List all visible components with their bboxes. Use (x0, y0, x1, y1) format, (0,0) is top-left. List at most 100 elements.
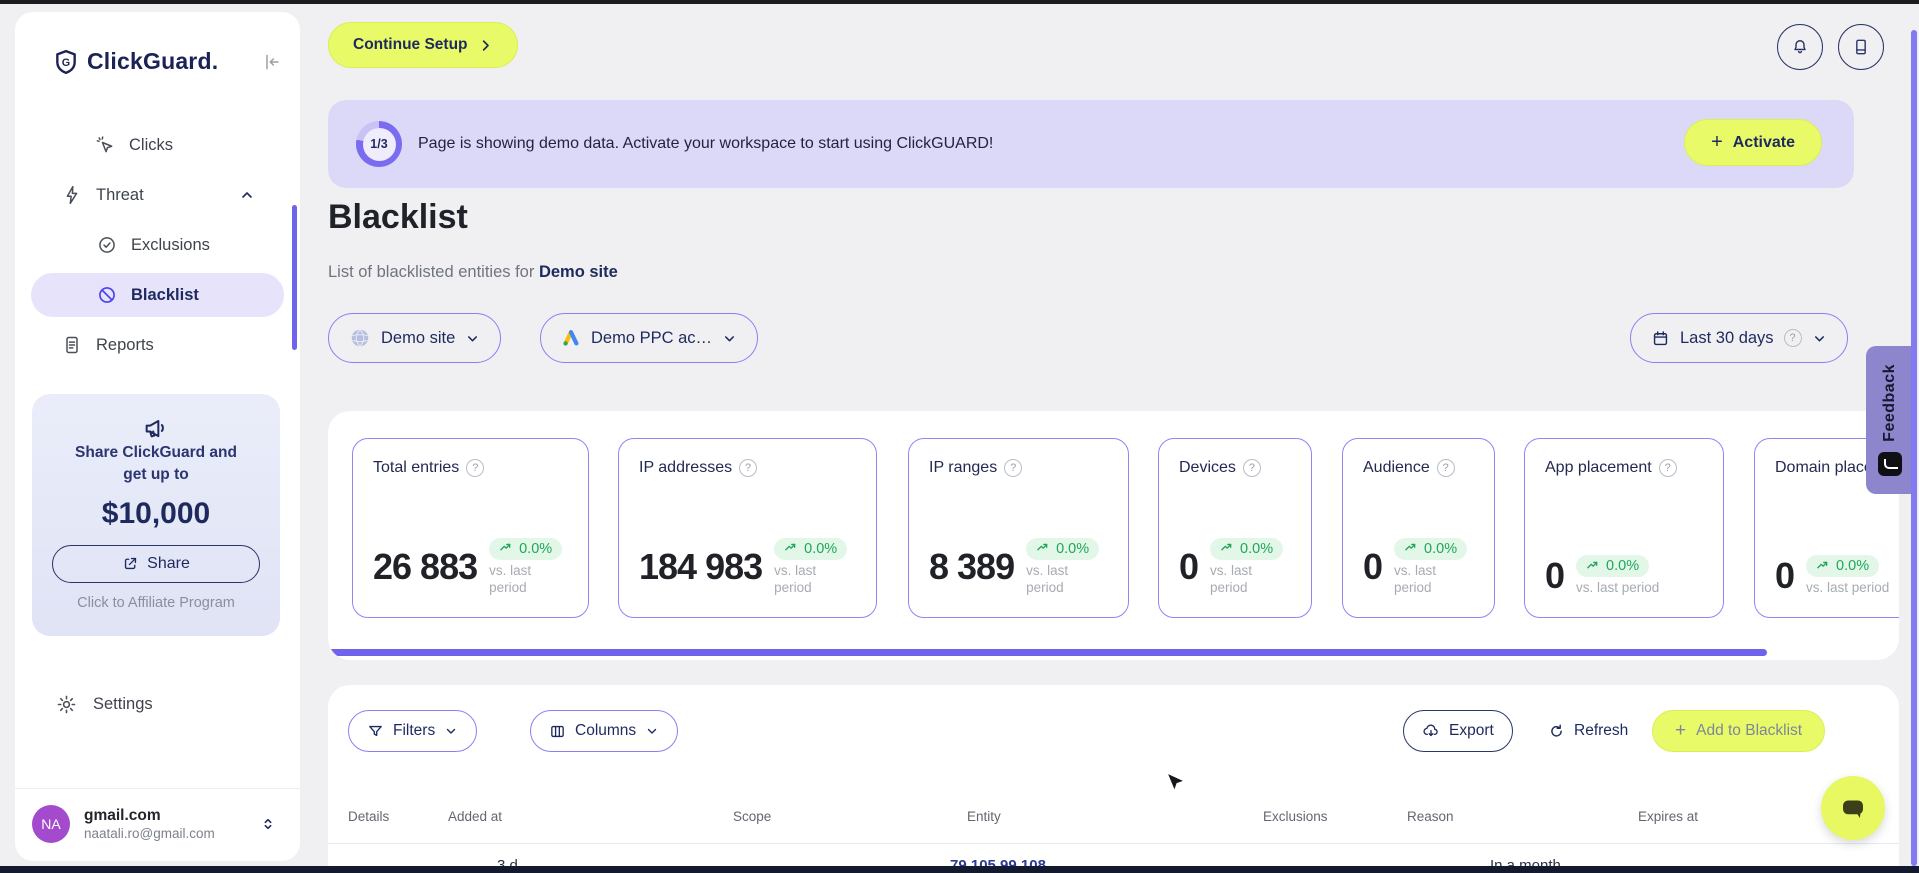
chat-widget-button[interactable] (1821, 776, 1885, 840)
notifications-button[interactable] (1777, 24, 1823, 70)
help-icon[interactable]: ? (1242, 459, 1261, 477)
refresh-button[interactable]: Refresh (1540, 710, 1636, 752)
help-icon[interactable]: ? (466, 459, 485, 477)
export-button[interactable]: Export (1403, 710, 1513, 752)
column-header: Details (348, 809, 390, 824)
add-to-blacklist-button[interactable]: + Add to Blacklist (1652, 710, 1826, 752)
window-top-edge (0, 0, 1919, 4)
sidebar-collapse-icon[interactable] (262, 52, 282, 72)
book-icon (1851, 37, 1871, 57)
sidebar-item-settings[interactable]: Settings (15, 680, 300, 728)
promo-amount: $10,000 (101, 496, 211, 530)
page-vertical-scrollbar[interactable] (1911, 30, 1917, 866)
demo-data-banner: 1/3 Page is showing demo data. Activate … (328, 100, 1854, 188)
continue-setup-button[interactable]: Continue Setup (328, 22, 518, 68)
setup-progress-value: 1/3 (362, 127, 396, 161)
site-selector[interactable]: Demo site (328, 313, 502, 363)
workspace-switcher[interactable]: NA gmail.com naatali.ro@gmail.com (15, 788, 300, 843)
continue-setup-label: Continue Setup (353, 36, 468, 53)
stats-panel: Total entries? 26 883 0.0% vs. last peri… (328, 411, 1899, 660)
sidebar-item-label: Exclusions (131, 235, 210, 254)
clickguard-logo-icon: G (53, 49, 79, 75)
columns-label: Columns (575, 722, 637, 739)
stat-card-audience: Audience? 0 0.0% vs. last period (1342, 438, 1495, 618)
stats-horizontal-scrollbar[interactable] (328, 649, 1767, 656)
trend-badge: 0.0% (1394, 537, 1468, 560)
stat-note: vs. last period (1394, 562, 1437, 596)
sidebar-item-blacklist[interactable]: Blacklist (15, 270, 300, 320)
feedback-logo-icon (1877, 451, 1902, 476)
columns-button[interactable]: Columns (530, 710, 679, 752)
filters-button[interactable]: Filters (348, 710, 478, 752)
stat-value: 0 (1179, 546, 1199, 588)
date-range-selector[interactable]: Last 30 days ? (1630, 313, 1848, 363)
help-icon[interactable]: ? (739, 459, 758, 477)
trend-up-icon (500, 544, 511, 551)
sidebar-item-label: Threat (96, 185, 144, 204)
stat-value: 184 983 (639, 546, 763, 588)
stat-card-ip-addresses: IP addresses? 184 983 0.0% vs. last peri… (618, 438, 877, 618)
feedback-label: Feedback (1880, 364, 1898, 442)
setup-progress-ring: 1/3 (356, 121, 402, 167)
plus-icon: + (1711, 131, 1723, 153)
affiliate-promo-card[interactable]: Share ClickGuard and get up to $10,000 S… (32, 394, 280, 636)
table-header-divider (328, 843, 1899, 844)
add-to-blacklist-label: Add to Blacklist (1696, 722, 1803, 739)
share-button[interactable]: Share (52, 544, 260, 583)
feedback-tab[interactable]: Feedback (1866, 346, 1913, 494)
stat-label: App placement (1545, 459, 1652, 476)
sidebar-item-clicks[interactable]: Clicks (15, 120, 300, 170)
chevron-up-icon[interactable] (239, 187, 255, 203)
refresh-label: Refresh (1574, 722, 1629, 739)
document-icon (62, 335, 82, 355)
activate-button[interactable]: + Activate (1684, 119, 1822, 166)
ppc-account-selector[interactable]: Demo PPC ac… (540, 313, 759, 363)
banner-message: Page is showing demo data. Activate your… (418, 135, 994, 152)
blacklist-table-panel: Filters Columns Export Refresh + Add to … (328, 685, 1899, 873)
stat-label: Devices (1179, 459, 1236, 476)
help-icon[interactable]: ? (1436, 459, 1455, 477)
trend-up-icon (1817, 561, 1828, 569)
stat-label: Audience (1363, 459, 1430, 476)
chevron-updown-icon[interactable] (260, 815, 276, 833)
trend-badge: 0.0% (1026, 537, 1100, 560)
column-header: Added at (448, 809, 503, 824)
stat-value: 0 (1775, 555, 1795, 596)
share-label: Share (147, 554, 190, 572)
stat-note: vs. last period (1210, 562, 1253, 596)
app-root: G ClickGuard. Clicks Threat Exclusions B… (0, 0, 1919, 873)
trend-badge: 0.0% (1806, 555, 1880, 578)
svg-text:G: G (62, 56, 70, 68)
cursor-click-icon (95, 135, 115, 155)
help-icon[interactable]: ? (1004, 459, 1023, 477)
column-header: Reason (1407, 809, 1454, 824)
refresh-icon (1548, 723, 1565, 740)
lightning-icon (62, 185, 82, 205)
stat-note: vs. last period (1026, 562, 1069, 596)
filter-funnel-icon (367, 723, 384, 740)
columns-icon (549, 723, 566, 740)
sidebar-item-threat[interactable]: Threat (15, 170, 300, 220)
help-icon[interactable]: ? (1783, 329, 1802, 347)
stat-value: 0 (1363, 546, 1383, 588)
help-icon[interactable]: ? (1658, 459, 1677, 477)
plus-icon: + (1675, 720, 1687, 741)
filters-label: Filters (393, 722, 436, 739)
sidebar-item-reports[interactable]: Reports (15, 320, 300, 370)
user-meta: gmail.com naatali.ro@gmail.com (84, 807, 215, 841)
stat-card-total-entries: Total entries? 26 883 0.0% vs. last peri… (352, 438, 589, 618)
sidebar-item-exclusions[interactable]: Exclusions (15, 220, 300, 270)
stat-label: Total entries (373, 459, 460, 476)
chevron-down-icon (444, 724, 458, 738)
activate-label: Activate (1732, 133, 1795, 151)
stat-card-devices: Devices? 0 0.0% vs. last period (1158, 438, 1312, 618)
stat-card-ip-ranges: IP ranges? 8 389 0.0% vs. last period (908, 438, 1129, 618)
trend-up-icon (785, 544, 796, 551)
trend-up-icon (1587, 561, 1598, 569)
avatar: NA (32, 805, 70, 843)
page-subtitle: List of blacklisted entities for Demo si… (328, 263, 618, 281)
stat-value: 26 883 (373, 546, 478, 588)
sidebar-scrollbar[interactable] (292, 205, 297, 350)
docs-button[interactable] (1838, 24, 1884, 70)
brand-name: ClickGuard. (87, 48, 219, 74)
